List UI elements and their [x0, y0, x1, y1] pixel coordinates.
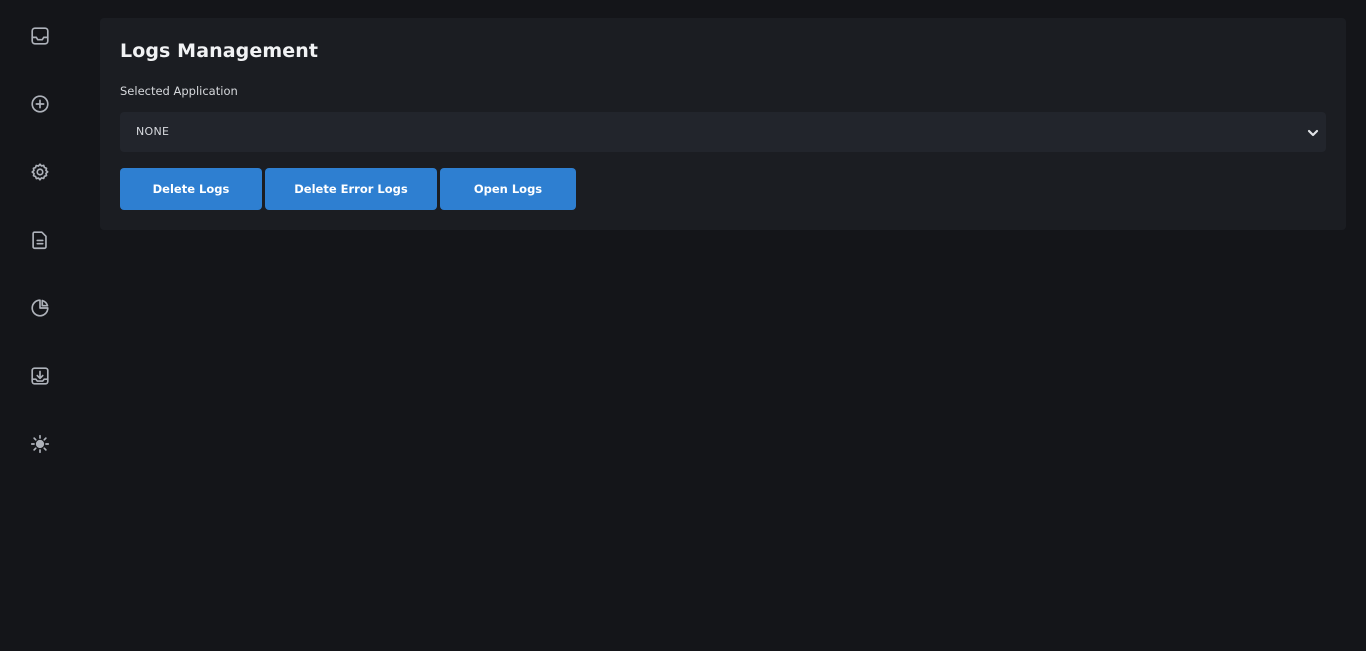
sidebar-item-settings[interactable]: [26, 160, 54, 188]
sidebar-item-statistics[interactable]: [26, 296, 54, 324]
plus-circle-icon: [29, 93, 51, 119]
sidebar-item-theme[interactable]: [26, 432, 54, 460]
sun-icon: [29, 433, 51, 459]
page-title: Logs Management: [120, 40, 319, 62]
open-logs-button[interactable]: Open Logs: [440, 168, 576, 210]
chevron-down-icon: [1306, 125, 1320, 139]
inbox-icon: [29, 25, 51, 51]
sidebar-item-documents[interactable]: [26, 228, 54, 256]
selected-application-label: Selected Application: [120, 84, 238, 98]
sidebar-item-add[interactable]: [26, 92, 54, 120]
sidebar-item-download[interactable]: [26, 364, 54, 392]
document-icon: [29, 229, 51, 255]
application-select-value: NONE: [136, 125, 170, 138]
pie-chart-icon: [29, 297, 51, 323]
delete-error-logs-button[interactable]: Delete Error Logs: [265, 168, 437, 210]
app-root: Logs Management Selected Application NON…: [0, 0, 1366, 651]
gear-icon: [29, 161, 51, 187]
logs-management-panel: Logs Management Selected Application NON…: [100, 18, 1346, 230]
download-tray-icon: [29, 365, 51, 391]
sidebar: [0, 0, 80, 651]
application-select[interactable]: NONE: [120, 112, 1326, 152]
sidebar-item-inbox[interactable]: [26, 24, 54, 52]
delete-logs-button[interactable]: Delete Logs: [120, 168, 262, 210]
